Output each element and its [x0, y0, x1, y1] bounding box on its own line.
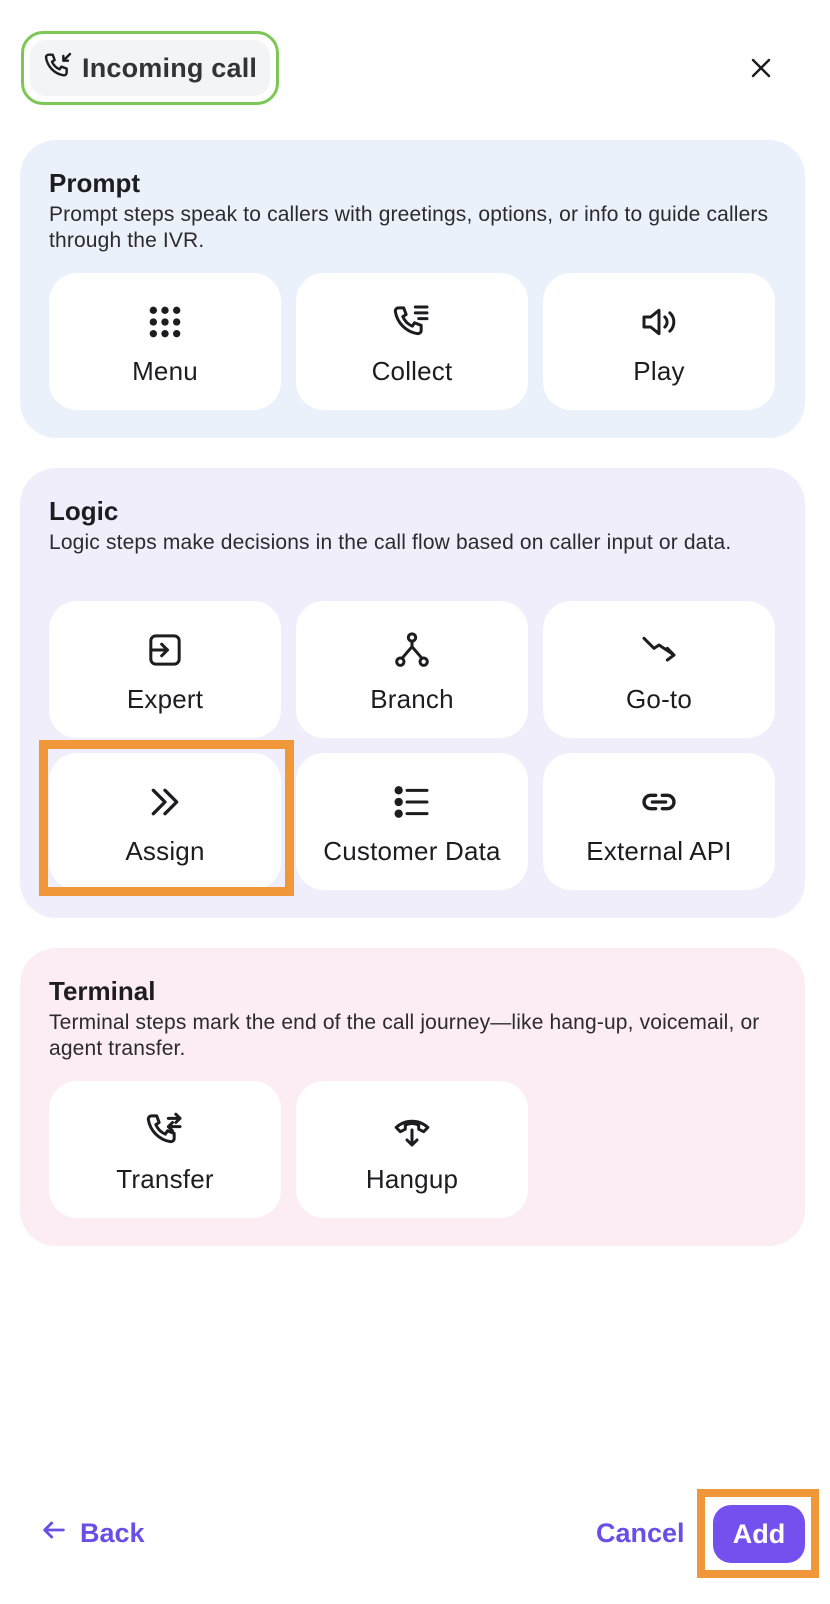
step-label: Customer Data: [323, 836, 501, 866]
step-label: Play: [633, 356, 685, 386]
step-tile-expert[interactable]: Expert: [49, 601, 281, 738]
double-chevron-right-icon: [143, 780, 187, 824]
trigger-chip[interactable]: Incoming call: [21, 31, 279, 105]
step-label: Branch: [370, 684, 454, 714]
phone-list-icon: [390, 300, 434, 344]
goto-arrow-icon: [637, 628, 681, 672]
section-title: Prompt: [49, 168, 140, 198]
speaker-icon: [637, 300, 681, 344]
hangup-icon: [390, 1108, 434, 1152]
list-icon: [390, 780, 434, 824]
back-label: Back: [80, 1517, 145, 1548]
trigger-label: Incoming call: [82, 52, 258, 83]
section-title: Terminal: [49, 976, 156, 1006]
step-label: Hangup: [365, 1164, 459, 1194]
close-button[interactable]: [741, 50, 781, 90]
step-grid: Menu Collect Play: [49, 273, 775, 410]
phone-transfer-icon: [143, 1108, 187, 1152]
step-tile-assign[interactable]: Assign: [49, 753, 281, 890]
step-label: Collect: [371, 356, 453, 386]
step-tile-external-api[interactable]: External API: [543, 753, 775, 890]
step-tile-goto[interactable]: Go-to: [543, 601, 775, 738]
branch-icon: [390, 628, 434, 672]
step-label: Go-to: [625, 684, 693, 714]
add-button[interactable]: Add: [713, 1505, 805, 1563]
section-description: Logic steps make decisions in the call f…: [49, 531, 732, 554]
step-tile-transfer[interactable]: Transfer: [49, 1081, 281, 1218]
section-prompt: Prompt Prompt steps speak to callers wit…: [20, 140, 805, 438]
dialog-header: Incoming call: [0, 0, 830, 130]
section-description: Prompt steps speak to callers with greet…: [49, 203, 769, 252]
cancel-button[interactable]: Cancel: [596, 1512, 685, 1554]
step-label: Transfer: [116, 1164, 214, 1194]
trigger-chip-inner: Incoming call: [30, 40, 270, 96]
grid-dots-icon: [143, 300, 187, 344]
step-grid: Transfer Hangup: [49, 1081, 775, 1218]
step-tile-hangup[interactable]: Hangup: [296, 1081, 528, 1218]
close-icon: [749, 56, 773, 85]
step-tile-menu[interactable]: Menu: [49, 273, 281, 410]
step-label: Expert: [126, 684, 204, 714]
section-logic: Logic Logic steps make decisions in the …: [20, 468, 805, 918]
back-button[interactable]: Back: [40, 1512, 145, 1554]
step-tile-play[interactable]: Play: [543, 273, 775, 410]
link-icon: [637, 780, 681, 824]
step-tile-collect[interactable]: Collect: [296, 273, 528, 410]
step-label: Menu: [132, 356, 198, 386]
arrow-left-icon: [40, 1516, 68, 1551]
step-label: External API: [586, 836, 732, 866]
dialog-footer: Back Cancel Add: [0, 1489, 830, 1604]
step-tile-branch[interactable]: Branch: [296, 601, 528, 738]
section-description: Terminal steps mark the end of the call …: [49, 1011, 760, 1060]
step-grid: Expert Branch Go-to Assign Customer Data…: [49, 601, 775, 890]
section-terminal: Terminal Terminal steps mark the end of …: [20, 948, 805, 1246]
step-label: Assign: [125, 836, 205, 866]
step-tile-customer-data[interactable]: Customer Data: [296, 753, 528, 890]
phone-incoming-icon: [42, 50, 74, 87]
section-title: Logic: [49, 496, 119, 526]
sign-in-icon: [143, 628, 187, 672]
